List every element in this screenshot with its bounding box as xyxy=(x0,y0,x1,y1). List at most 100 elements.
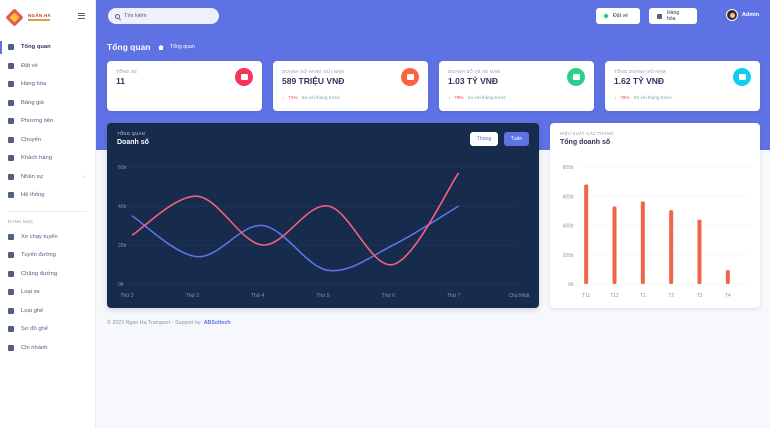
goods-button[interactable]: Hàng hóa xyxy=(649,8,697,24)
goods-label: Hàng hóa xyxy=(666,10,680,22)
sidebar-item-label: Chặng đường xyxy=(21,270,58,277)
stat-trend: ↓ 78% So với tháng trước xyxy=(614,95,672,100)
x-tick-label: Thứ 4 xyxy=(251,293,265,299)
customer-icon xyxy=(8,155,14,162)
sidebar-item-label: Khách hàng xyxy=(21,155,52,162)
sidebar-item[interactable]: Đặt vé xyxy=(0,57,95,76)
y-tick-label: 20tr xyxy=(118,243,127,249)
stat-card-total-revenue: Tổng doanh số năm 1.62 TỶ VNĐ ↓ 78% So v… xyxy=(605,61,760,111)
y-tick-label: 800tr xyxy=(563,165,575,171)
search-input[interactable] xyxy=(124,13,214,19)
month-toggle-button[interactable]: Tháng xyxy=(470,132,498,146)
x-tick-label: Thứ 3 xyxy=(186,293,200,299)
card-overline: HIỆU SUẤT CÁC THÁNG xyxy=(560,131,614,136)
stat-label: Tổng xe xyxy=(116,69,138,74)
sidebar-item[interactable]: Chi nhánh xyxy=(0,339,95,358)
bar-chart-icon xyxy=(733,68,751,86)
x-tick-label: Thứ 7 xyxy=(447,293,461,299)
x-tick-label: T3 xyxy=(697,293,703,299)
user-menu[interactable]: Admin xyxy=(726,9,759,21)
bus-route-icon xyxy=(8,233,14,240)
brand-logo[interactable]: NGÂN HÀ xyxy=(5,7,52,27)
card-title: Doanh số xyxy=(117,139,149,146)
box-icon xyxy=(657,13,662,19)
x-tick-label: Chủ Nhật xyxy=(508,292,530,299)
avatar xyxy=(726,9,738,21)
search-box[interactable] xyxy=(108,8,219,24)
tag-icon xyxy=(603,13,609,19)
sidebar-item[interactable]: Sơ đồ ghế xyxy=(0,320,95,339)
arrow-down-icon: ↓ xyxy=(448,95,451,100)
footer: © 2023 Ngan Ha Transport - Support by AB… xyxy=(107,320,231,326)
y-tick-label: 40tr xyxy=(118,204,127,210)
logo-icon xyxy=(5,7,24,27)
sidebar-item[interactable]: Khách hàng xyxy=(0,149,95,168)
sidebar-item[interactable]: Phương tiện xyxy=(0,112,95,131)
road-icon xyxy=(8,270,14,277)
stat-note: So với tháng trước xyxy=(633,95,672,100)
y-tick-label: 60tr xyxy=(118,165,127,171)
sales-line-chart: 0tr 20tr 40tr 60tr Thứ 2 Thứ 3 Thứ 4 Thứ 5 Thứ 6… xyxy=(118,165,530,299)
week-toggle-button[interactable]: Tuần xyxy=(504,132,529,146)
user-name: Admin xyxy=(742,12,760,18)
book-ticket-label: Đặt vé xyxy=(613,13,628,19)
brand-name: NGÂN HÀ xyxy=(28,13,52,19)
vehicle-icon xyxy=(8,118,14,125)
sidebar-item[interactable]: Chuyến xyxy=(0,131,95,150)
stat-value: 589 TRIỆU VNĐ xyxy=(282,76,345,86)
sidebar-item[interactable]: Tuyến đường xyxy=(0,246,95,265)
sidebar-item-label: Xe chạy tuyến xyxy=(21,233,58,240)
box-icon xyxy=(401,68,419,86)
sidebar-item[interactable]: Hệ thống xyxy=(0,186,95,205)
stat-note: So với tháng trước xyxy=(467,95,506,100)
branch-icon xyxy=(8,344,14,351)
y-tick-label: 600tr xyxy=(563,194,575,200)
price-list-icon xyxy=(8,99,14,106)
sidebar-item[interactable]: Hàng hóa xyxy=(0,75,95,94)
stat-trend: ↓ 71% So với tháng trước xyxy=(282,95,340,100)
stat-value: 1.62 TỶ VNĐ xyxy=(614,76,665,86)
x-tick-label: T2 xyxy=(668,293,674,299)
tools-icon xyxy=(8,192,14,199)
y-tick-label: 0tr xyxy=(118,282,124,288)
ticket-icon xyxy=(567,68,585,86)
sidebar-item[interactable]: Nhân sự › xyxy=(0,168,95,187)
sidebar-item[interactable]: Xe chạy tuyến xyxy=(0,228,95,247)
book-ticket-button[interactable]: Đặt vé xyxy=(596,8,640,24)
bar xyxy=(612,206,617,284)
footer-link[interactable]: ABSoltech xyxy=(204,320,231,326)
sidebar-item-label: Tuyến đường xyxy=(21,252,56,259)
x-tick-label: Thứ 6 xyxy=(382,293,396,299)
stat-trend: ↓ 79% So với tháng trước xyxy=(448,95,506,100)
menu-toggle-icon[interactable] xyxy=(78,13,85,19)
monitor-icon xyxy=(8,44,14,51)
user-icon xyxy=(8,173,14,180)
y-tick-label: 400tr xyxy=(563,224,575,230)
sidebar-item-label: Phương tiện xyxy=(21,118,54,125)
sidebar-item-label: Nhân sự xyxy=(21,173,44,180)
search-icon xyxy=(115,13,120,19)
sidebar-item[interactable]: Chặng đường xyxy=(0,265,95,284)
catalog-nav: Xe chạy tuyến Tuyến đường Chặng đường Loại … xyxy=(0,228,95,358)
sidebar-item[interactable]: Loại ghế xyxy=(0,302,95,321)
arrow-down-icon: ↓ xyxy=(282,95,285,100)
sidebar-item[interactable]: Bảng giá xyxy=(0,94,95,113)
bar xyxy=(697,219,702,284)
stat-card-goods-revenue: Doanh số hàng gửi năm 589 TRIỆU VNĐ ↓ 71… xyxy=(273,61,428,111)
sidebar-item[interactable]: Tổng quan xyxy=(0,38,95,57)
bar xyxy=(584,184,589,284)
series-line-0 xyxy=(131,205,460,272)
monthly-bar-chart: 0tr 200tr 400tr 600tr 800tr T11 T12 T1 T2 T3 T4 xyxy=(563,165,750,299)
stat-value: 1.03 TỶ VNĐ xyxy=(448,76,499,86)
sidebar-item-label: Loại xe xyxy=(21,289,40,296)
bar xyxy=(725,270,730,284)
stat-card-total-vehicles: Tổng xe 11 xyxy=(107,61,262,111)
x-tick-label: T4 xyxy=(725,293,731,299)
sidebar-nav: Tổng quan Đặt vé Hàng hóa Bảng giá Phương ti… xyxy=(0,38,95,205)
stat-percent: 79% xyxy=(454,95,464,100)
ticket-icon xyxy=(8,62,14,69)
home-icon[interactable] xyxy=(158,44,164,50)
sidebar-item[interactable]: Loại xe xyxy=(0,283,95,302)
page-title: Tổng quan xyxy=(107,42,151,52)
trip-icon xyxy=(8,136,14,143)
